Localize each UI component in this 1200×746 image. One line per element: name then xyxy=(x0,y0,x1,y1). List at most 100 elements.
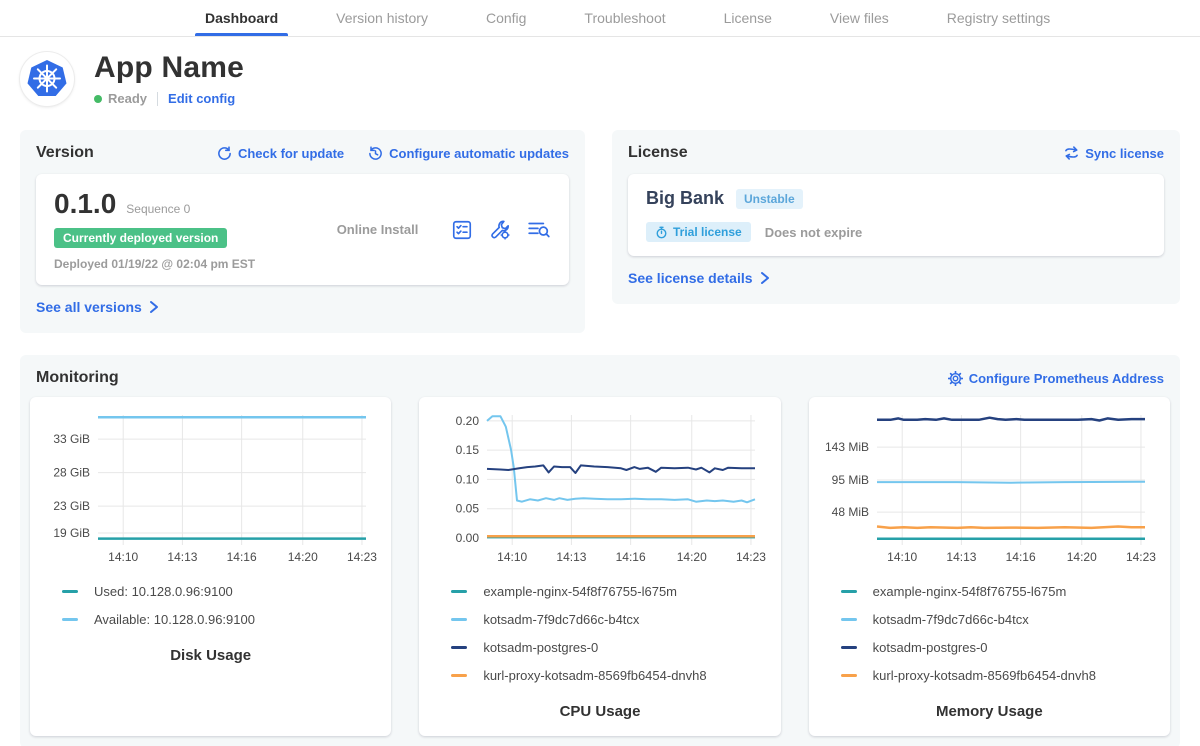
svg-text:19 GiB: 19 GiB xyxy=(53,526,90,540)
version-card: Version Check for update xyxy=(20,130,585,333)
edit-config-icon[interactable] xyxy=(489,219,511,241)
legend-dash-icon xyxy=(62,618,78,621)
legend-dash-icon xyxy=(451,674,467,677)
divider xyxy=(157,92,158,106)
svg-text:14:13: 14:13 xyxy=(557,550,587,564)
app-logo xyxy=(20,52,74,106)
svg-text:0.10: 0.10 xyxy=(456,472,480,486)
see-all-versions-link[interactable]: See all versions xyxy=(36,299,160,315)
deployed-badge: Currently deployed version xyxy=(54,228,227,248)
legend-item: example-nginx-54f8f76755-l675m xyxy=(841,577,1164,605)
deployed-timestamp: Deployed 01/19/22 @ 02:04 pm EST xyxy=(54,257,304,271)
preflight-checks-icon[interactable] xyxy=(451,219,473,241)
current-version-card: 0.1.0 Sequence 0 Currently deployed vers… xyxy=(36,174,569,285)
legend-label: kurl-proxy-kotsadm-8569fb6454-dnvh8 xyxy=(873,668,1096,683)
chart-title: Disk Usage xyxy=(36,647,385,664)
svg-text:14:23: 14:23 xyxy=(347,550,377,564)
legend-item: kotsadm-7f9dc7d66c-b4tcx xyxy=(451,605,774,633)
svg-text:0.20: 0.20 xyxy=(456,414,480,428)
version-number: 0.1.0 xyxy=(54,188,116,220)
svg-text:95 MiB: 95 MiB xyxy=(831,473,868,487)
app-name: App Name xyxy=(94,51,244,85)
series-line xyxy=(877,527,1145,528)
svg-text:14:20: 14:20 xyxy=(677,550,707,564)
license-card-title: License xyxy=(628,144,688,162)
svg-text:143 MiB: 143 MiB xyxy=(825,440,869,454)
svg-text:14:13: 14:13 xyxy=(946,550,976,564)
legend-item: example-nginx-54f8f76755-l675m xyxy=(451,577,774,605)
svg-text:14:16: 14:16 xyxy=(227,550,257,564)
legend-item: kotsadm-7f9dc7d66c-b4tcx xyxy=(841,605,1164,633)
see-license-details-link[interactable]: See license details xyxy=(628,270,771,286)
nav-tab-dashboard[interactable]: Dashboard xyxy=(185,0,298,36)
series-line xyxy=(487,416,755,502)
legend-dash-icon xyxy=(841,646,857,649)
app-header: App Name Ready Edit config xyxy=(0,37,1200,122)
disk-usage-legend: Used: 10.128.0.96:9100 Available: 10.128.… xyxy=(36,569,385,633)
chart-title: CPU Usage xyxy=(425,703,774,720)
legend-dash-icon xyxy=(841,618,857,621)
license-card: License Sync license Big Bank Unstable xyxy=(612,130,1180,304)
legend-label: kurl-proxy-kotsadm-8569fb6454-dnvh8 xyxy=(483,668,706,683)
legend-item: kotsadm-postgres-0 xyxy=(451,633,774,661)
legend-item: Available: 10.128.0.96:9100 xyxy=(62,605,385,633)
svg-text:23 GiB: 23 GiB xyxy=(53,499,90,513)
top-nav: Dashboard Version history Config Troublesho… xyxy=(0,0,1200,37)
status-dot-icon xyxy=(94,95,102,103)
nav-tab-registry-settings[interactable]: Registry settings xyxy=(927,0,1070,36)
svg-text:14:13: 14:13 xyxy=(167,550,197,564)
configure-automatic-updates-link[interactable]: Configure automatic updates xyxy=(368,146,569,161)
license-customer-name: Big Bank xyxy=(646,188,724,209)
svg-text:14:20: 14:20 xyxy=(288,550,318,564)
cpu-usage-legend: example-nginx-54f8f76755-l675m kotsadm-7f… xyxy=(425,569,774,689)
svg-text:0.00: 0.00 xyxy=(456,531,480,545)
legend-dash-icon xyxy=(451,646,467,649)
license-expiry: Does not expire xyxy=(765,225,863,240)
svg-text:48 MiB: 48 MiB xyxy=(831,505,868,519)
nav-tab-license[interactable]: License xyxy=(704,0,792,36)
legend-dash-icon xyxy=(841,674,857,677)
svg-text:14:20: 14:20 xyxy=(1066,550,1096,564)
configure-prometheus-link[interactable]: Configure Prometheus Address xyxy=(948,371,1164,386)
legend-label: example-nginx-54f8f76755-l675m xyxy=(873,584,1067,599)
svg-text:33 GiB: 33 GiB xyxy=(53,432,90,446)
legend-label: Available: 10.128.0.96:9100 xyxy=(94,612,255,627)
deploy-logs-icon[interactable] xyxy=(527,219,551,241)
legend-label: kotsadm-postgres-0 xyxy=(483,640,598,655)
license-detail-card: Big Bank Unstable Trial license Do xyxy=(628,174,1164,256)
nav-tab-config[interactable]: Config xyxy=(466,0,546,36)
disk-usage-chart: 33 GiB28 GiB23 GiB19 GiB14:1014:1314:161… xyxy=(36,409,384,569)
legend-item: kotsadm-postgres-0 xyxy=(841,633,1164,661)
series-line xyxy=(877,418,1145,421)
kubernetes-icon xyxy=(27,59,67,99)
legend-label: Used: 10.128.0.96:9100 xyxy=(94,584,233,599)
sync-license-link[interactable]: Sync license xyxy=(1064,146,1164,161)
chart-title: Memory Usage xyxy=(815,703,1164,720)
install-type-label: Online Install xyxy=(304,222,451,237)
svg-text:14:10: 14:10 xyxy=(887,550,917,564)
disk-usage-chart-card: 33 GiB28 GiB23 GiB19 GiB14:1014:1314:161… xyxy=(30,397,391,736)
legend-dash-icon xyxy=(841,590,857,593)
monitoring-title: Monitoring xyxy=(36,369,119,387)
cpu-usage-chart: 0.200.150.100.050.0014:1014:1314:1614:20… xyxy=(425,409,773,569)
svg-text:0.05: 0.05 xyxy=(456,502,480,516)
legend-dash-icon xyxy=(62,590,78,593)
nav-tab-view-files[interactable]: View files xyxy=(810,0,909,36)
svg-text:14:23: 14:23 xyxy=(1126,550,1156,564)
legend-item: kurl-proxy-kotsadm-8569fb6454-dnvh8 xyxy=(451,661,774,689)
svg-text:28 GiB: 28 GiB xyxy=(53,466,90,480)
edit-config-link[interactable]: Edit config xyxy=(168,91,235,106)
stopwatch-icon xyxy=(655,226,668,239)
memory-usage-chart-card: 143 MiB95 MiB48 MiB14:1014:1314:1614:201… xyxy=(809,397,1170,736)
legend-item: Used: 10.128.0.96:9100 xyxy=(62,577,385,605)
sync-arrows-icon xyxy=(1064,146,1079,160)
clock-refresh-icon xyxy=(368,146,383,161)
version-card-title: Version xyxy=(36,144,94,162)
sequence-label: Sequence 0 xyxy=(126,202,190,216)
nav-tab-troubleshoot[interactable]: Troubleshoot xyxy=(564,0,685,36)
legend-label: kotsadm-7f9dc7d66c-b4tcx xyxy=(483,612,639,627)
check-for-update-link[interactable]: Check for update xyxy=(217,146,344,161)
nav-tab-version-history[interactable]: Version history xyxy=(316,0,448,36)
svg-text:14:23: 14:23 xyxy=(736,550,766,564)
legend-label: kotsadm-7f9dc7d66c-b4tcx xyxy=(873,612,1029,627)
